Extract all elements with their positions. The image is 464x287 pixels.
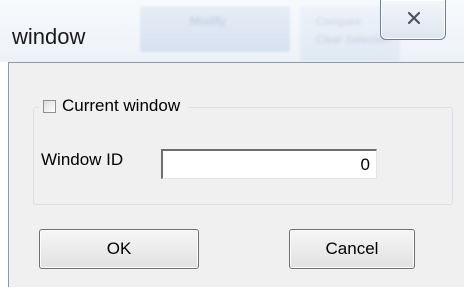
cancel-button[interactable]: Cancel [289,229,415,269]
current-window-label: Current window [62,96,181,115]
close-icon [407,11,421,25]
background-blurred-label: Modify [190,14,226,28]
background-blurred-label: Compare [316,16,362,28]
dialog-client-area: Current window Window ID OK Cancel [8,62,464,287]
ok-button[interactable]: OK [39,229,199,269]
dialog-window: Modify Compare Clear Selection window Cu… [0,0,464,287]
close-button[interactable] [380,0,446,40]
window-id-label: Window ID [41,150,124,169]
window-id-input[interactable] [161,149,377,179]
title-bar[interactable]: Modify Compare Clear Selection window [0,0,464,62]
current-window-checkbox[interactable] [43,99,56,113]
background-blurred-button: Modify [140,6,290,52]
window-title: window [12,24,86,49]
current-window-option[interactable]: Current window [39,93,189,119]
